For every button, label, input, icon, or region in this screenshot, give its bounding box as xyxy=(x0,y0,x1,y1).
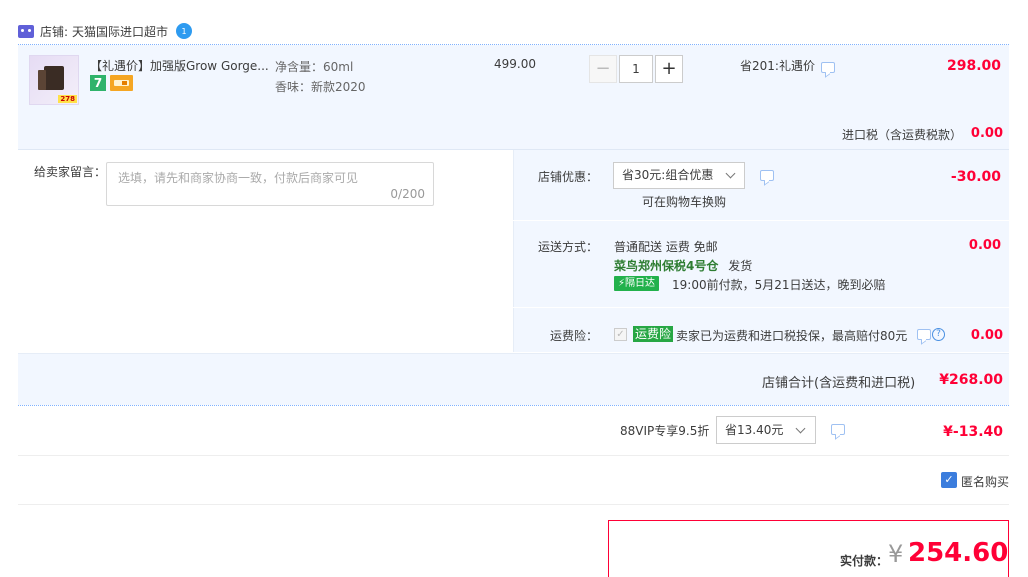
help-question-icon[interactable]: ? xyxy=(932,328,945,341)
message-label: 给卖家留言： xyxy=(34,165,107,179)
shop-header: 店铺: 天猫国际进口超市 1 xyxy=(18,22,193,40)
chat-bubble-icon[interactable] xyxy=(760,170,774,181)
shipping-label: 运送方式： xyxy=(538,240,599,254)
shop-label: 店铺: xyxy=(40,24,69,39)
unit-price: 499.00 xyxy=(494,57,536,71)
next-day-badge: ⚡隔日达 xyxy=(614,276,660,291)
increase-button[interactable]: + xyxy=(655,55,683,83)
shipping-eta: 19:00前付款，5月21日送达，晚到必赔 xyxy=(672,278,886,292)
pay-label: 实付款： xyxy=(840,554,889,568)
divider xyxy=(513,307,1009,308)
sku-info: 净含量：60ml 香味：新款2020 xyxy=(275,57,366,97)
discount-select[interactable]: 省30元:组合优惠 xyxy=(613,162,745,189)
shipping-warehouse: 菜鸟郑州保税4号仓 发货 xyxy=(614,257,752,274)
vip-value: ¥-13.40 xyxy=(943,424,1003,440)
card-payment-icon xyxy=(110,75,133,91)
chat-bubble-icon[interactable] xyxy=(917,329,931,340)
item-subtotal: 298.00 xyxy=(946,58,1001,74)
seven-day-return-badge: 7 xyxy=(90,75,106,91)
shop-total-value: ¥268.00 xyxy=(939,372,1003,388)
discount-hint: 可在购物车换购 xyxy=(642,195,727,209)
discount-selected: 省30元:组合优惠 xyxy=(622,168,714,182)
import-tax-value: 0.00 xyxy=(970,126,1003,141)
promo-text: 省201:礼遇价 xyxy=(740,59,815,73)
message-textarea[interactable]: 选填，请先和商家协商一致，付款后商家可见 0/200 xyxy=(106,162,434,206)
sku-line: 净含量：60ml xyxy=(275,60,354,74)
chat-bubble-icon[interactable] xyxy=(821,62,835,73)
product-thumbnail[interactable]: 278 xyxy=(29,55,79,105)
shipping-method: 普通配送 运费 免邮 xyxy=(614,240,718,254)
insurance-value: 0.00 xyxy=(970,328,1003,343)
vip-select[interactable]: 省13.40元 xyxy=(716,416,816,444)
insurance-label: 运费险： xyxy=(550,329,599,343)
ship-word: 发货 xyxy=(728,259,753,273)
pay-currency: ¥ xyxy=(888,540,904,568)
vip-selected: 省13.40元 xyxy=(725,423,784,437)
divider xyxy=(18,405,1009,406)
insurance-tag: 运费险 xyxy=(633,326,674,342)
tmall-cat-icon xyxy=(18,24,34,38)
insurance-checkbox[interactable]: ✓ xyxy=(614,328,627,341)
product-title-link[interactable]: 【礼遇价】加强版Grow Gorge... xyxy=(90,57,270,74)
quantity-stepper: − 1 + xyxy=(589,55,683,83)
lightning-icon: ⚡ xyxy=(618,278,626,289)
warehouse-name: 菜鸟郑州保税4号仓 xyxy=(614,259,719,273)
discount-label: 店铺优惠： xyxy=(538,170,599,184)
divider xyxy=(18,504,1009,505)
wangwang-icon[interactable]: 1 xyxy=(176,23,193,39)
shipping-value: 0.00 xyxy=(968,238,1001,253)
anonymous-label[interactable]: 匿名购买 xyxy=(961,473,1009,490)
quantity-input[interactable]: 1 xyxy=(619,55,653,83)
shop-total-label: 店铺合计(含运费和进口税) xyxy=(762,376,916,391)
thumb-price-tag: 278 xyxy=(58,95,77,103)
pay-amount: 254.60 xyxy=(908,538,1009,568)
chevron-down-icon xyxy=(795,423,806,434)
anonymous-checkbox[interactable]: ✓ xyxy=(941,472,957,488)
divider xyxy=(18,455,1009,456)
message-placeholder: 选填，请先和商家协商一致，付款后商家可见 xyxy=(118,171,359,185)
insurance-desc: 卖家已为运费和进口税投保，最高赔付80元 xyxy=(676,329,908,343)
vip-label: 88VIP专享9.5折 xyxy=(620,424,710,438)
chevron-down-icon xyxy=(725,168,736,179)
discount-value: -30.00 xyxy=(950,169,1001,185)
message-counter: 0/200 xyxy=(390,187,425,201)
shop-name-link[interactable]: 天猫国际进口超市 xyxy=(72,23,168,40)
import-tax-label: 进口税（含运费税款） xyxy=(842,128,963,142)
decrease-button[interactable]: − xyxy=(589,55,617,83)
sku-line: 香味：新款2020 xyxy=(275,80,366,94)
chat-bubble-icon[interactable] xyxy=(831,424,845,435)
divider xyxy=(513,220,1009,221)
